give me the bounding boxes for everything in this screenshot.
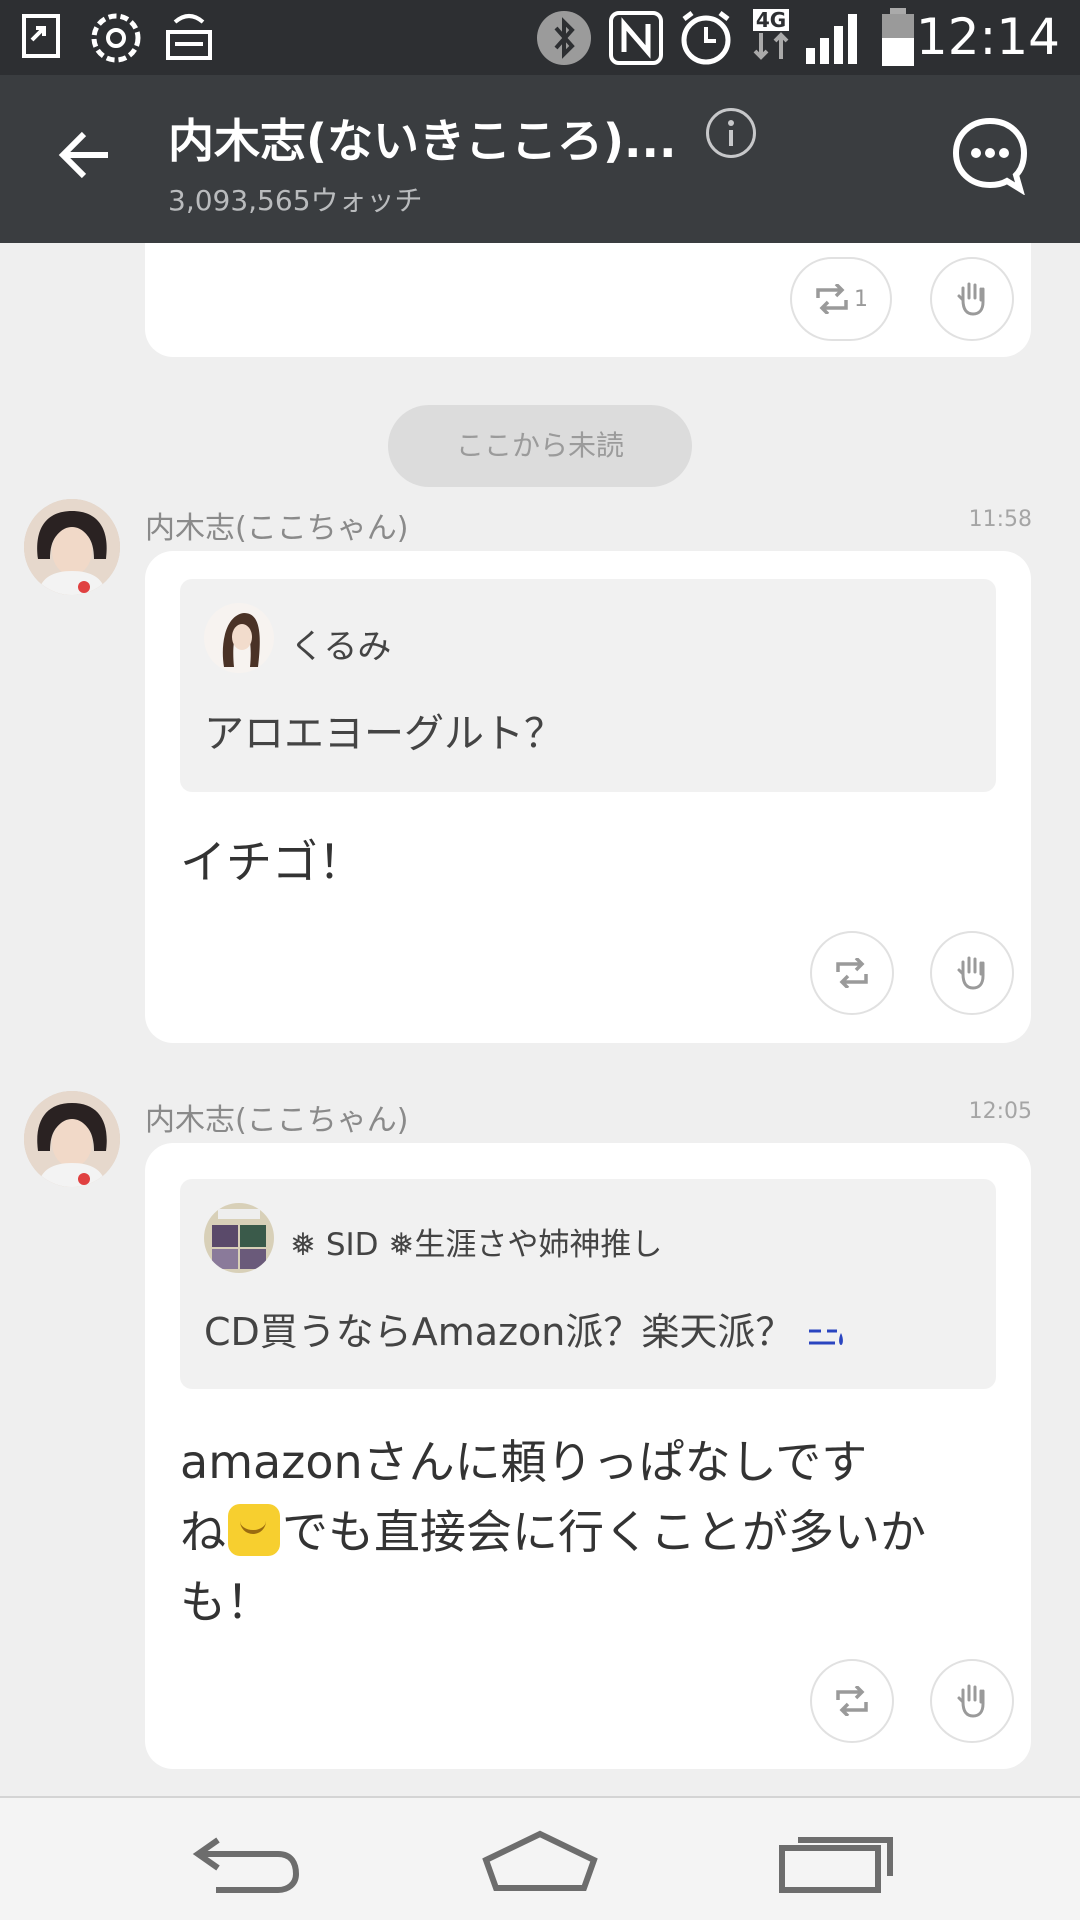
retweet-icon <box>836 1686 868 1716</box>
battery-icon <box>880 8 916 68</box>
quote-avatar <box>204 603 274 673</box>
message-card: くるみ アロエヨーグルト？ イチゴ！ <box>145 551 1031 1043</box>
retweet-button[interactable] <box>810 931 894 1015</box>
back-arrow-icon[interactable] <box>50 120 120 190</box>
hand-icon <box>957 956 985 990</box>
retweet-icon <box>836 958 868 988</box>
hand-icon <box>957 282 985 316</box>
retweet-button[interactable]: 1 <box>790 257 892 341</box>
status-time: 12:14 <box>915 8 1060 66</box>
recents-nav-icon[interactable] <box>778 1828 898 1898</box>
back-nav-icon[interactable] <box>188 1828 308 1898</box>
quoted-message[interactable]: くるみ アロエヨーグルト？ <box>180 579 996 792</box>
reply-text: amazonさんに頼りっぱなしです ねでも直接会に行くことが多いか も！ <box>180 1435 926 1629</box>
nfc-icon <box>608 10 664 66</box>
reply-text: イチゴ！ <box>180 835 364 889</box>
avatar[interactable] <box>24 1091 120 1187</box>
message-card: 1 <box>145 243 1031 357</box>
home-nav-icon[interactable] <box>480 1828 600 1898</box>
avatar[interactable] <box>24 499 120 595</box>
quote-avatar <box>204 1203 274 1273</box>
unread-divider: ここから未読 <box>388 405 692 487</box>
settings-flower-icon <box>88 10 144 66</box>
sweat-emoji-icon <box>809 1329 844 1345</box>
retweet-count: 1 <box>854 286 868 312</box>
chat-bubble-icon[interactable] <box>950 115 1030 196</box>
hand-icon <box>957 1684 985 1718</box>
retweet-icon <box>816 284 848 314</box>
high-five-button[interactable] <box>930 931 1014 1015</box>
quote-text: CD買うならAmazon派？楽天派？ <box>204 1301 845 1356</box>
status-bar: 4G 12:14 <box>0 0 1080 75</box>
signal-icon <box>804 10 862 66</box>
info-icon[interactable] <box>706 108 756 158</box>
high-five-button[interactable] <box>930 257 1014 341</box>
smile-emoji-icon <box>228 1504 280 1556</box>
high-five-button[interactable] <box>930 1659 1014 1743</box>
sender-name: 内木志(ここちゃん) <box>145 511 409 546</box>
keyboard-icon <box>165 10 213 62</box>
sender-name: 内木志(ここちゃん) <box>145 1103 409 1138</box>
quote-author: ❅ SID ❅生涯さや姉神推し <box>290 1227 663 1263</box>
quote-text: アロエヨーグルト？ <box>204 711 564 757</box>
quoted-message[interactable]: ❅ SID ❅生涯さや姉神推し CD買うならAmazon派？楽天派？ <box>180 1179 996 1389</box>
quote-author: くるみ <box>290 627 392 667</box>
page-title: 内木志(ないきこころ)... <box>168 114 677 168</box>
message-time: 11:58 <box>968 507 1032 532</box>
message-list[interactable]: 1 ここから未読 内木志(ここちゃん) 11:58 くるみ アロエヨーグルト？ … <box>0 243 1080 1796</box>
screen-mirror-icon <box>20 10 64 62</box>
bluetooth-icon <box>536 10 592 66</box>
message-time: 12:05 <box>968 1099 1032 1124</box>
retweet-button[interactable] <box>810 1659 894 1743</box>
watch-count: 3,093,565ウォッチ <box>168 184 423 217</box>
network-4g-icon: 4G <box>748 6 794 64</box>
alarm-icon <box>676 7 736 67</box>
message-card: ❅ SID ❅生涯さや姉神推し CD買うならAmazon派？楽天派？ amazo… <box>145 1143 1031 1769</box>
chat-header: 内木志(ないきこころ)... 3,093,565ウォッチ <box>0 75 1080 243</box>
system-nav-bar <box>0 1796 1080 1920</box>
